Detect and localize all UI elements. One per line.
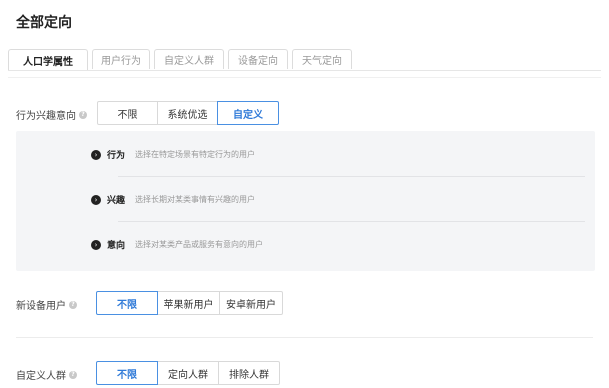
tab-demographics[interactable]: 人口学属性 [8,49,88,71]
intent-option-unlimited[interactable]: 不限 [97,101,158,125]
new-device-segmented-control: 不限 苹果新用户 安卓新用户 [96,291,283,315]
new-device-label-text: 新设备用户 [16,301,66,312]
new-device-option-apple[interactable]: 苹果新用户 [157,291,220,315]
panel-item-desc: 选择在特定场景有特定行为的用户 [135,150,256,159]
new-device-option-android[interactable]: 安卓新用户 [219,291,283,315]
custom-audience-row-label: 自定义人群 ? [16,367,77,382]
panel-item-intention[interactable]: › 意向 选择对某类产品或服务有意向的用户 [91,238,263,251]
panel-item-desc: 选择长期对某类事情有兴趣的用户 [135,195,256,204]
intent-option-custom[interactable]: 自定义 [217,101,279,125]
panel-item-title: 行为 [107,151,126,161]
page-title: 全部定向 [16,15,72,31]
panel-item-behavior[interactable]: › 行为 选择在特定场景有特定行为的用户 [91,148,255,161]
panel-item-desc: 选择对某类产品或服务有意向的用户 [135,240,264,249]
intent-segmented-control: 不限 系统优选 自定义 [97,101,279,125]
tab-divider-lower [8,77,601,78]
intent-panel: › 行为 选择在特定场景有特定行为的用户 › 兴趣 选择长期对某类事情有兴趣的用… [16,131,595,271]
question-circle-icon[interactable]: ? [69,370,77,379]
section-divider [16,337,593,338]
custom-audience-option-unlimited[interactable]: 不限 [96,361,158,385]
tab-custom-audience[interactable]: 自定义人群 [154,49,224,69]
panel-item-title: 意向 [107,241,126,251]
chevron-right-circle-icon: › [91,239,101,250]
intent-label-text: 行为兴趣意向 [16,111,76,122]
intent-row-label: 行为兴趣意向 ? [16,107,87,122]
panel-item-title: 兴趣 [107,196,126,206]
question-circle-icon[interactable]: ? [69,300,77,309]
chevron-right-circle-icon: › [91,194,101,205]
tab-bar: 人口学属性 用户行为 自定义人群 设备定向 天气定向 [8,49,356,71]
tab-user-behavior[interactable]: 用户行为 [92,49,150,69]
panel-divider [118,221,585,222]
tab-device[interactable]: 设备定向 [228,49,288,69]
tab-weather[interactable]: 天气定向 [292,49,352,69]
panel-item-interest[interactable]: › 兴趣 选择长期对某类事情有兴趣的用户 [91,193,255,206]
intent-option-system[interactable]: 系统优选 [157,101,218,125]
custom-audience-option-target[interactable]: 定向人群 [157,361,219,385]
custom-audience-segmented-control: 不限 定向人群 排除人群 [96,361,280,385]
tab-divider [8,70,601,71]
chevron-right-circle-icon: › [91,149,101,160]
panel-divider [118,176,585,177]
custom-audience-option-exclude[interactable]: 排除人群 [218,361,280,385]
custom-audience-label-text: 自定义人群 [16,371,66,382]
question-circle-icon[interactable]: ? [79,110,87,119]
new-device-row-label: 新设备用户 ? [16,297,77,312]
new-device-option-unlimited[interactable]: 不限 [96,291,158,315]
